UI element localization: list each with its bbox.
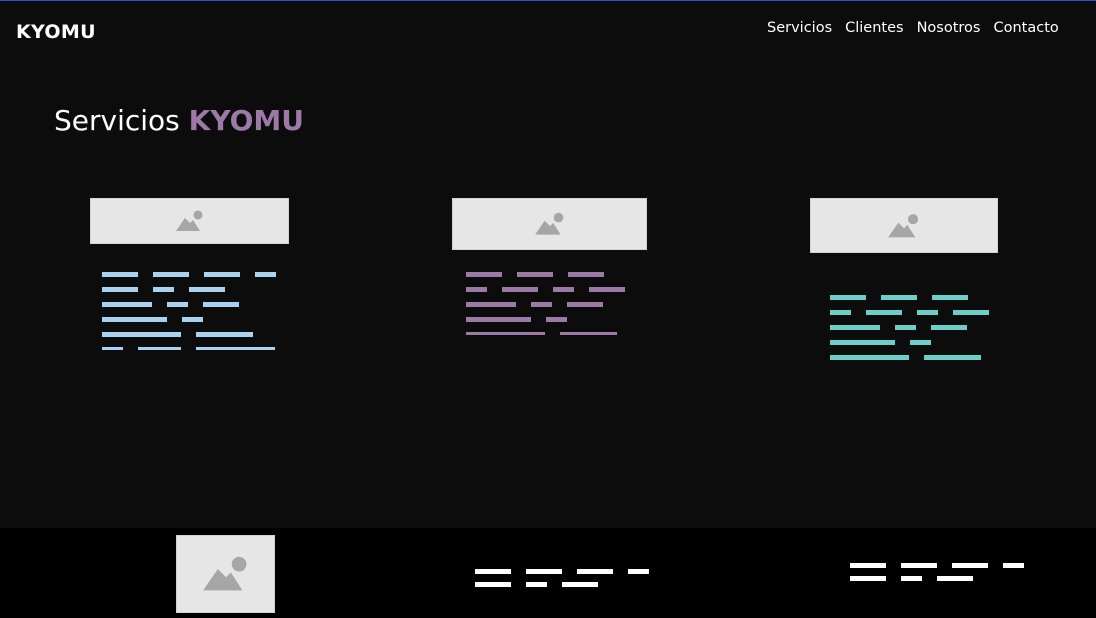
text-line: [102, 332, 291, 337]
text-line: [830, 295, 1004, 300]
top-border: [0, 0, 1096, 1]
text-line: [830, 310, 1004, 315]
nav-item-clientes[interactable]: Clientes: [845, 18, 903, 38]
card-text-block: [830, 295, 1004, 370]
text-line: [466, 287, 640, 292]
text-line: [466, 317, 640, 322]
text-line: [850, 576, 1039, 581]
section-title-plain: Servicios: [54, 104, 189, 137]
text-line: [830, 340, 1004, 345]
text-line: [830, 325, 1004, 330]
footer-image-placeholder: [176, 535, 275, 613]
footer-text-block-2: [850, 563, 1039, 591]
text-line: [475, 569, 664, 574]
text-line: [466, 272, 640, 277]
text-line: [466, 302, 640, 307]
site-footer: [0, 528, 1096, 618]
text-line: [102, 317, 291, 322]
nav-item-contacto[interactable]: Contacto: [993, 18, 1058, 38]
section-title-accent: KYOMU: [188, 104, 305, 137]
text-line: [475, 582, 664, 587]
main-nav: Servicios Clientes Nosotros Contacto: [767, 18, 1072, 38]
nav-item-nosotros[interactable]: Nosotros: [917, 18, 981, 38]
section-title: Servicios KYOMU: [54, 104, 304, 137]
text-line: [830, 355, 1004, 360]
text-line: [466, 332, 640, 335]
text-line: [102, 302, 291, 307]
text-line: [102, 287, 291, 292]
card-text-block: [466, 272, 640, 345]
card-text-block: [102, 272, 291, 360]
nav-item-servicios[interactable]: Servicios: [767, 18, 832, 38]
card-image-placeholder: [452, 198, 647, 250]
card-image-placeholder: [810, 198, 998, 253]
card-image-placeholder: [90, 198, 289, 244]
site-logo[interactable]: KYOMU: [16, 21, 96, 43]
text-line: [102, 347, 291, 350]
text-line: [102, 272, 291, 277]
footer-text-block-1: [475, 569, 664, 597]
text-line: [850, 563, 1039, 568]
